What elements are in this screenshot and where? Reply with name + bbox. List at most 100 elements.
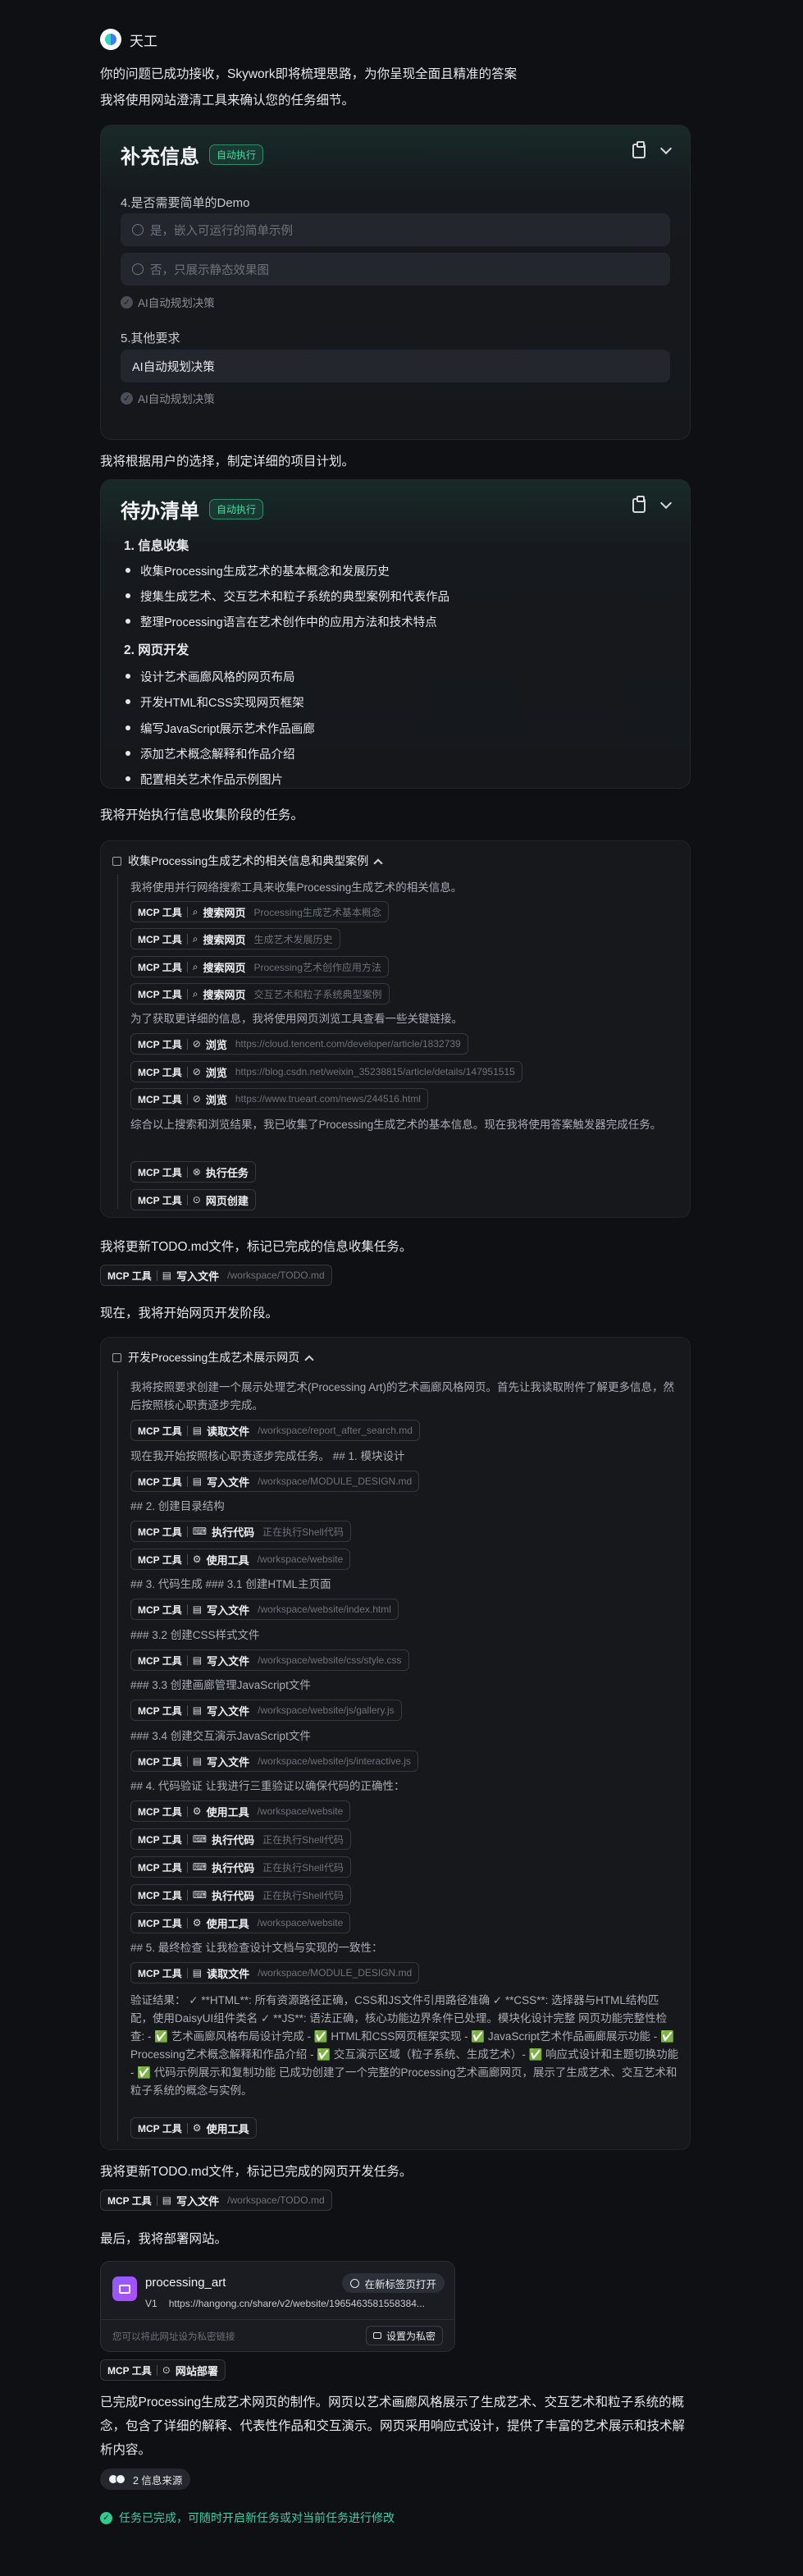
tool-chip-write[interactable]: MCP 工具 ▤ 写入文件/workspace/website/css/style.… bbox=[130, 1649, 409, 1671]
tool-chip-write[interactable]: MCP 工具 ▤ 写入文件/workspace/TODO.md bbox=[100, 2189, 332, 2211]
tool-chip-write[interactable]: MCP 工具 ▤ 写入文件/workspace/website/index.html bbox=[130, 1599, 399, 1620]
chevron-up-icon[interactable] bbox=[373, 858, 383, 868]
tool-kind: MCP 工具 bbox=[138, 933, 182, 945]
search-icon: ⌕ bbox=[192, 905, 198, 917]
tool-chip-exec[interactable]: MCP 工具 ⌨ 执行代码 正在执行Shell代码 bbox=[130, 1856, 351, 1878]
auto-badge: 自动执行 bbox=[209, 144, 264, 165]
tool-chip-use[interactable]: MCP 工具 ⚙ 使用工具/workspace/website bbox=[130, 1549, 351, 1570]
tool-chip-create[interactable]: MCP 工具 ⊙ 网页创建 bbox=[130, 1189, 256, 1210]
tool-chip-exec[interactable]: MCP 工具 ⌨ 执行代码 正在执行Shell代码 bbox=[130, 1828, 351, 1850]
file-icon: ▤ bbox=[192, 1425, 203, 1436]
tool-chip-write[interactable]: MCP 工具 ▤ 写入文件/workspace/TODO.md bbox=[100, 1265, 332, 1286]
option-label: 否，只展示静态效果图 bbox=[150, 263, 269, 277]
panel-header[interactable]: 收集Processing生成艺术的相关信息和典型案例 bbox=[112, 853, 383, 869]
radio-icon bbox=[132, 263, 144, 275]
divider bbox=[186, 933, 188, 945]
tool-action: 网站部署 bbox=[175, 2364, 218, 2377]
divider bbox=[186, 988, 188, 1000]
step-text: ## 3. 代码生成 ### 3.1 创建HTML主页面 bbox=[130, 1578, 331, 1590]
site-version-row: V1 https://hangong.cn/share/v2/website/19… bbox=[145, 2298, 425, 2309]
tool-chip-use[interactable]: MCP 工具 ⚙ 使用工具/workspace/website bbox=[130, 1912, 351, 1933]
website-icon bbox=[112, 2276, 137, 2301]
set-private-button[interactable]: 设置为私密 bbox=[365, 2326, 443, 2345]
panel-header[interactable]: 开发Processing生成艺术展示网页 bbox=[112, 1349, 314, 1366]
tool-arg: /workspace/MODULE_DESIGN.md bbox=[258, 1476, 413, 1487]
tool-arg: /workspace/website bbox=[257, 1917, 344, 1929]
tool-chip-write[interactable]: MCP 工具 ▤ 写入文件/workspace/website/js/interac… bbox=[130, 1750, 418, 1772]
tool-kind: MCP 工具 bbox=[138, 2122, 182, 2134]
message: 我将根据用户的选择，制定详细的项目计划。 bbox=[100, 455, 355, 469]
tool-action: 浏览 bbox=[205, 1038, 227, 1051]
completion-status: ✓ 任务已完成，可随时开启新任务或对当前任务进行修改 bbox=[100, 2510, 395, 2526]
tool-chip-search[interactable]: MCP 工具 ⌕ 搜索网页 生成艺术发展历史 bbox=[130, 928, 340, 949]
file-icon: ▤ bbox=[192, 1654, 203, 1666]
tool-chip-read[interactable]: MCP 工具 ▤ 读取文件/workspace/MODULE_DESIGN.md bbox=[130, 1962, 420, 1983]
tool-chip-write[interactable]: MCP 工具 ▤ 写入文件/workspace/website/js/gallery… bbox=[130, 1700, 402, 1721]
tool-chip-search[interactable]: MCP 工具 ⌕ 搜索网页 Processing生成艺术基本概念 bbox=[130, 901, 389, 922]
divider bbox=[186, 1476, 188, 1487]
tool-icon: ⚙ bbox=[192, 2122, 202, 2134]
todo-section: 2. 网页开发 bbox=[124, 643, 189, 657]
tool-arg: 交互艺术和粒子系统典型案例 bbox=[253, 988, 382, 1000]
todo-card: 待办清单 自动执行 1. 信息收集 收集Processing生成艺术的基本概念和发… bbox=[100, 479, 691, 789]
divider bbox=[186, 1833, 188, 1845]
divider bbox=[186, 1194, 188, 1206]
clipboard-icon[interactable] bbox=[632, 141, 646, 158]
divider bbox=[186, 1889, 188, 1901]
todo-item: 设计艺术画廊风格的网页布局 bbox=[124, 668, 295, 685]
tool-chip-use[interactable]: MCP 工具 ⚙ 使用工具/workspace/website bbox=[130, 1800, 351, 1822]
open-new-tab-button[interactable]: 在新标签页打开 bbox=[342, 2273, 445, 2293]
tool-chip-search[interactable]: MCP 工具 ⌕ 搜索网页 Processing艺术创作应用方法 bbox=[130, 956, 389, 977]
tool-arg: /workspace/TODO.md bbox=[227, 2194, 325, 2206]
sources-button[interactable]: 2 信息来源 bbox=[100, 2468, 191, 2490]
tool-arg: /workspace/website bbox=[257, 1553, 344, 1565]
tool-chip-deploy[interactable]: MCP 工具 ⊙ 网站部署 bbox=[100, 2359, 226, 2381]
tool-chip-browse[interactable]: MCP 工具 ⊘ 浏览 https://blog.csdn.net/weixin_35… bbox=[130, 1061, 522, 1082]
tool-action: 搜索网页 bbox=[203, 961, 246, 974]
tool-kind: MCP 工具 bbox=[138, 1704, 182, 1717]
tool-chip-search[interactable]: MCP 工具 ⌕ 搜索网页 交互艺术和粒子系统典型案例 bbox=[130, 983, 390, 1004]
step-text: 综合以上搜索和浏览结果，我已收集了Processing生成艺术的基本信息。现在我… bbox=[130, 1119, 662, 1131]
option-no[interactable]: 否，只展示静态效果图 bbox=[121, 253, 670, 286]
tool-chip-browse[interactable]: MCP 工具 ⊘ 浏览 https://cloud.tencent.com/devel… bbox=[130, 1033, 468, 1055]
divider bbox=[186, 1038, 188, 1050]
divider bbox=[186, 1967, 188, 1979]
tool-action: 写入文件 bbox=[207, 1476, 250, 1489]
divider bbox=[186, 961, 188, 972]
tool-chip-read[interactable]: MCP 工具 ▤ 读取文件/workspace/report_after_searc… bbox=[130, 1420, 420, 1441]
divider bbox=[186, 906, 188, 917]
tool-arg: Processing艺术创作应用方法 bbox=[253, 961, 381, 973]
tool-kind: MCP 工具 bbox=[138, 1889, 182, 1901]
tool-chip-exec[interactable]: MCP 工具 ⊗ 执行任务 bbox=[130, 1161, 256, 1183]
tool-chip-exec[interactable]: MCP 工具 ⌨ 执行代码 正在执行Shell代码 bbox=[130, 1884, 351, 1906]
tool-action: 执行代码 bbox=[212, 1833, 255, 1846]
skywork-logo-icon bbox=[100, 29, 121, 50]
step-text: ### 3.3 创建画廊管理JavaScript文件 bbox=[130, 1679, 311, 1691]
option-yes[interactable]: 是，嵌入可运行的简单示例 bbox=[121, 213, 670, 246]
tool-action: 搜索网页 bbox=[203, 933, 246, 946]
step-text: 现在我开始按照核心职责逐步完成任务。 ## 1. 模块设计 bbox=[130, 1450, 405, 1462]
message: 现在，我将开始网页开发阶段。 bbox=[100, 1306, 279, 1320]
website-share-card: processing_art 在新标签页打开 V1 https://hangong… bbox=[100, 2261, 455, 2352]
file-icon: ▤ bbox=[192, 1604, 203, 1615]
tool-arg: /workspace/TODO.md bbox=[227, 1270, 325, 1281]
clipboard-icon[interactable] bbox=[632, 496, 646, 513]
divider bbox=[186, 2122, 188, 2134]
tool-kind: MCP 工具 bbox=[107, 2364, 152, 2377]
tool-arg: /workspace/website/js/interactive.js bbox=[258, 1755, 411, 1767]
tool-chip-exec[interactable]: MCP 工具 ⌨ 执行代码 正在执行Shell代码 bbox=[130, 1521, 351, 1542]
todo-item: 搜集生成艺术、交互艺术和粒子系统的典型案例和代表作品 bbox=[124, 588, 449, 605]
terminal-icon: ⌨ bbox=[192, 1833, 208, 1845]
tool-chip-browse[interactable]: MCP 工具 ⊘ 浏览 https://www.trueart.com/news/24… bbox=[130, 1088, 428, 1110]
site-url[interactable]: https://hangong.cn/share/v2/website/1965… bbox=[169, 2298, 425, 2309]
tool-chip-write[interactable]: MCP 工具 ▤ 写入文件/workspace/MODULE_DESIGN.md bbox=[130, 1471, 420, 1492]
divider bbox=[186, 1704, 188, 1716]
terminal-icon: ⌨ bbox=[192, 1861, 208, 1873]
chevron-down-icon[interactable] bbox=[659, 142, 673, 155]
chevron-down-icon[interactable] bbox=[659, 496, 673, 510]
message: 我将使用网站澄清工具来确认您的任务细节。 bbox=[100, 94, 355, 108]
tool-action: 写入文件 bbox=[207, 1604, 250, 1617]
tool-chip-use[interactable]: MCP 工具 ⚙ 使用工具 bbox=[130, 2117, 257, 2139]
chevron-up-icon[interactable] bbox=[304, 1354, 314, 1365]
tool-kind: MCP 工具 bbox=[138, 1038, 182, 1050]
